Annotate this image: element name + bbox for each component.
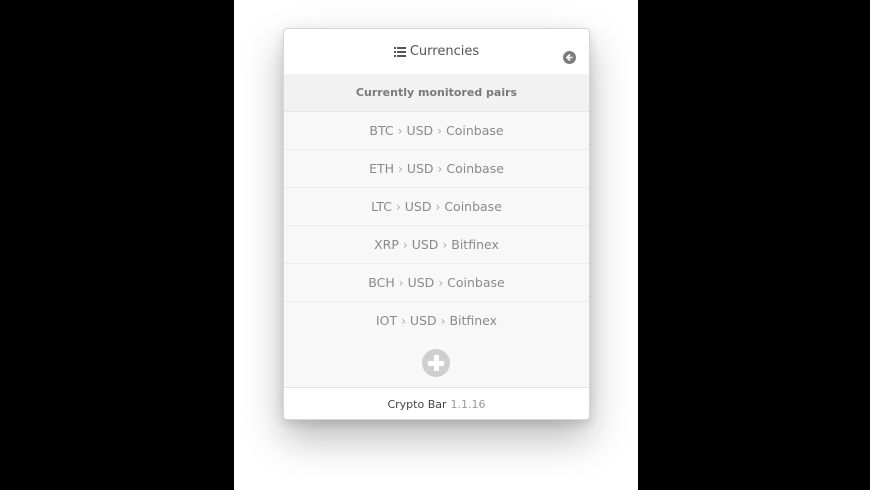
panel-header: Currencies [284, 29, 589, 74]
chevron-right-icon: › [397, 123, 403, 138]
chevron-right-icon: › [401, 313, 406, 328]
pair-base: BCH [368, 275, 395, 290]
app-version: 1.1.16 [450, 397, 486, 411]
pair-row[interactable]: IOT › USD › Bitfinex [284, 302, 589, 339]
pair-base: LTC [371, 199, 392, 214]
pair-exchange: Coinbase [446, 161, 504, 176]
chevron-right-icon: › [435, 199, 441, 214]
pair-quote: USD [409, 313, 437, 328]
pair-base: IOT [375, 313, 398, 328]
pair-base: BTC [369, 123, 394, 138]
pair-exchange: Bitfinex [451, 237, 499, 252]
back-arrow-icon[interactable] [563, 51, 576, 64]
chevron-right-icon: › [395, 199, 401, 214]
pair-row[interactable]: XRP › USD › Bitfinex [284, 226, 589, 264]
app-name: Crypto Bar [387, 397, 447, 411]
currencies-panel: Currencies Currently monitored pairs BTC… [283, 28, 590, 420]
pair-quote: USD [406, 123, 434, 138]
pair-row[interactable]: BCH › USD › Coinbase [284, 264, 589, 302]
pair-quote: USD [407, 275, 435, 290]
chevron-right-icon: › [402, 237, 408, 252]
chevron-right-icon: › [437, 161, 443, 176]
chevron-right-icon: › [442, 237, 448, 252]
pair-exchange: Coinbase [444, 199, 502, 214]
chevron-right-icon: › [437, 123, 442, 138]
pair-exchange: Coinbase [445, 123, 504, 138]
list-icon [393, 46, 406, 57]
panel-title: Currencies [409, 44, 480, 59]
pair-exchange: Coinbase [447, 275, 505, 290]
chevron-right-icon: › [438, 275, 444, 290]
pair-quote: USD [406, 161, 434, 176]
chevron-right-icon: › [398, 161, 403, 176]
pair-quote: USD [404, 199, 432, 214]
pair-base: ETH [369, 161, 394, 176]
pair-row[interactable]: ETH › USD › Coinbase [284, 150, 589, 188]
pair-base: XRP [374, 237, 399, 252]
chevron-right-icon: › [398, 275, 404, 290]
pair-row[interactable]: BTC › USD › Coinbase [284, 112, 589, 150]
pairs-list: BTC › USD › Coinbase ETH › USD › Coinbas… [284, 112, 589, 339]
monitored-pairs-heading: Currently monitored pairs [284, 74, 589, 112]
pair-row[interactable]: LTC › USD › Coinbase [284, 188, 589, 226]
pair-quote: USD [411, 237, 439, 252]
footer: Crypto Bar 1.1.16 [284, 387, 589, 419]
pair-exchange: Bitfinex [449, 313, 498, 328]
plus-circle-icon[interactable] [422, 349, 450, 377]
chevron-right-icon: › [440, 313, 446, 328]
